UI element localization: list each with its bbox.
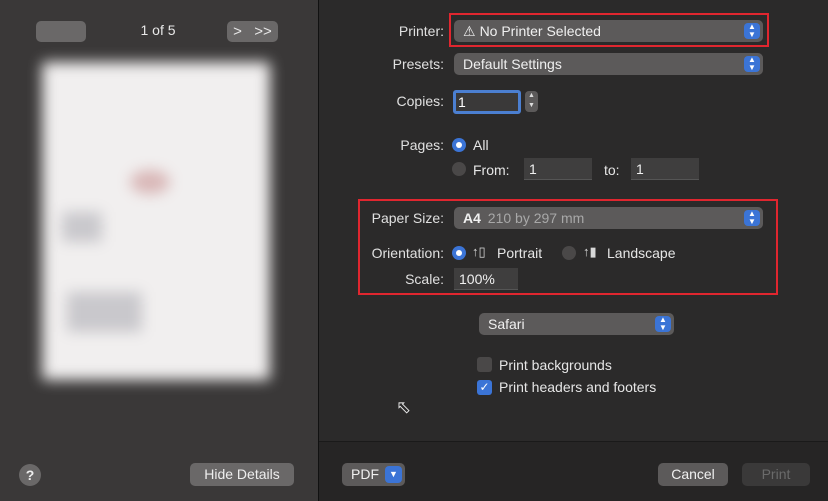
help-button[interactable]: ? (19, 464, 41, 486)
app-section-select[interactable]: Safari ▲ ▼ (479, 313, 674, 335)
app-section-value: Safari (488, 316, 525, 332)
last-page-icon[interactable]: >> (254, 23, 272, 40)
pages-from-radio[interactable] (452, 162, 466, 176)
print-backgrounds-checkbox[interactable] (477, 357, 492, 372)
pages-label: Pages: (400, 137, 444, 153)
updown-chevron-icon: ▲ ▼ (655, 316, 671, 332)
print-button[interactable]: Print (742, 463, 810, 486)
pages-all-label: All (473, 137, 489, 153)
page-preview-thumbnail (42, 62, 270, 380)
copies-label: Copies: (396, 93, 444, 109)
next-page-icon[interactable]: > (233, 23, 242, 40)
copies-input[interactable]: 1 (453, 90, 521, 114)
presets-label: Presets: (392, 56, 444, 72)
printer-label: Printer: (398, 23, 444, 39)
cancel-button[interactable]: Cancel (658, 463, 728, 486)
presets-select[interactable]: Default Settings ▲ ▼ (454, 53, 763, 75)
paper-highlight-box (358, 199, 778, 295)
print-backgrounds-label: Print backgrounds (499, 357, 612, 373)
preview-panel: 1 of 5 > >> ? Hide Details (0, 0, 318, 501)
page-nav-buttons[interactable]: > >> (227, 21, 278, 42)
previous-page-button[interactable] (36, 21, 86, 42)
pages-from-label: From: (473, 162, 510, 178)
copies-stepper[interactable]: ▲ ▼ (525, 91, 538, 112)
pages-from-input[interactable]: 1 (524, 158, 592, 180)
pdf-menu-button[interactable]: PDF ▼ (342, 463, 405, 486)
hide-details-button[interactable]: Hide Details (190, 463, 294, 486)
chevron-down-icon: ▼ (385, 466, 402, 483)
pages-to-input[interactable]: 1 (631, 158, 699, 180)
presets-value: Default Settings (463, 56, 562, 72)
pdf-label: PDF (351, 466, 379, 482)
print-headers-label: Print headers and footers (499, 379, 657, 395)
pages-to-label: to: (604, 162, 620, 178)
pages-all-radio[interactable] (452, 138, 466, 152)
printer-highlight-box (449, 13, 769, 47)
page-indicator: 1 of 5 (140, 22, 176, 38)
print-headers-checkbox[interactable]: ✓ (477, 380, 492, 395)
updown-chevron-icon: ▲ ▼ (744, 56, 760, 72)
mouse-pointer-icon: ⬁ (396, 397, 412, 417)
